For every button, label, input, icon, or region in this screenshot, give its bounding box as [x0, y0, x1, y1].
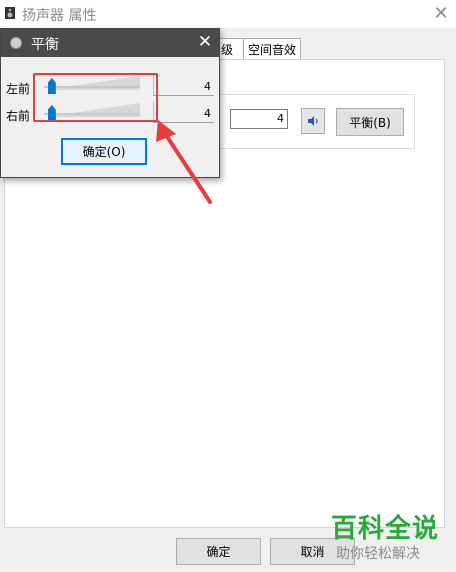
- watermark-title: 百科全说: [331, 514, 440, 544]
- close-icon[interactable]: ✕: [194, 31, 216, 53]
- tab-spatial-sound[interactable]: 空间音效: [243, 38, 301, 60]
- left-front-label: 左前: [6, 82, 31, 96]
- balance-ok-button[interactable]: 确定(O): [61, 138, 147, 165]
- balance-titlebar: 平衡 ✕: [1, 29, 219, 57]
- watermark: 百科全说 助你轻松解决: [324, 508, 448, 568]
- level-value-field[interactable]: 4: [230, 109, 288, 129]
- main-titlebar: 扬声器 属性 ✕: [0, 0, 456, 28]
- watermark-subtitle: 助你轻松解决: [336, 546, 420, 562]
- close-icon[interactable]: ✕: [430, 2, 452, 24]
- speaker-icon: [308, 116, 318, 126]
- window-title: 扬声器 属性: [22, 8, 97, 24]
- highlight-box: [33, 73, 158, 122]
- left-front-value: 4: [204, 80, 211, 93]
- ok-button[interactable]: 确定: [176, 538, 261, 565]
- speaker-app-icon: [5, 7, 15, 19]
- balance-app-icon: [10, 37, 22, 49]
- balance-dialog-title: 平衡: [31, 37, 59, 53]
- divider: [153, 95, 214, 96]
- balance-button[interactable]: 平衡(B): [336, 108, 404, 136]
- mute-button[interactable]: [301, 108, 325, 134]
- right-front-label: 右前: [6, 109, 31, 123]
- annotation-arrow: [156, 120, 212, 204]
